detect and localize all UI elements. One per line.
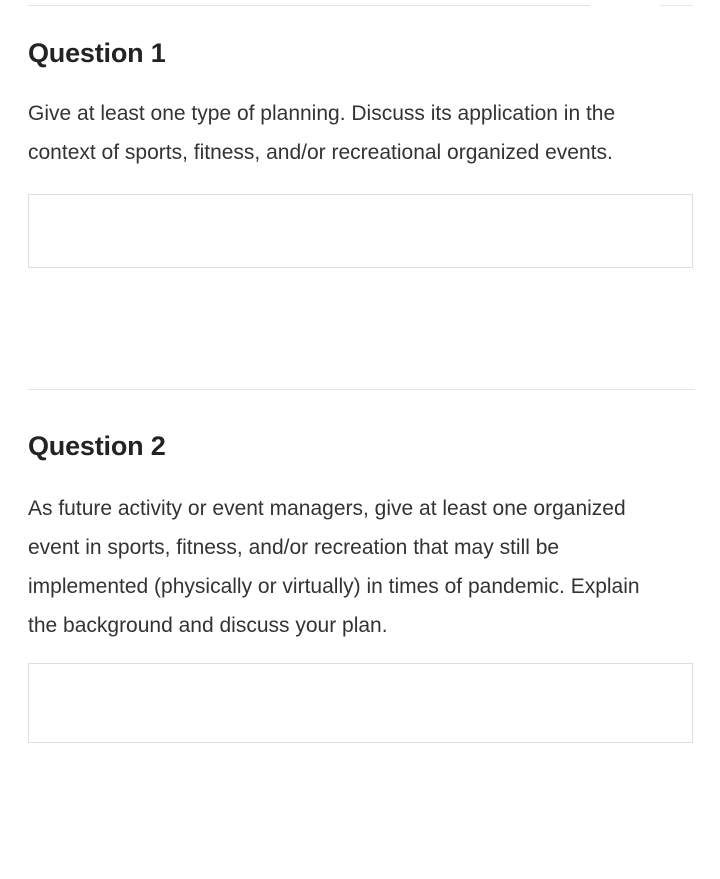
question-divider	[28, 389, 695, 390]
top-separator-group	[0, 4, 720, 14]
question-2-prompt: As future activity or event managers, gi…	[28, 497, 640, 637]
question-1-prompt: Give at least one type of planning. Disc…	[28, 102, 616, 164]
question-block-2: Question 2 As future activity or event m…	[0, 429, 720, 743]
top-divider	[28, 5, 590, 6]
question-block-1: Question 1 Give at least one type of pla…	[0, 36, 720, 268]
question-1-title: Question 1	[28, 38, 166, 68]
question-1-answer-input[interactable]	[28, 194, 693, 268]
question-2-answer-input[interactable]	[28, 663, 693, 743]
top-divider-fragment	[660, 5, 693, 6]
quiz-page: Question 1 Give at least one type of pla…	[0, 0, 720, 879]
question-2-title: Question 2	[28, 431, 166, 461]
